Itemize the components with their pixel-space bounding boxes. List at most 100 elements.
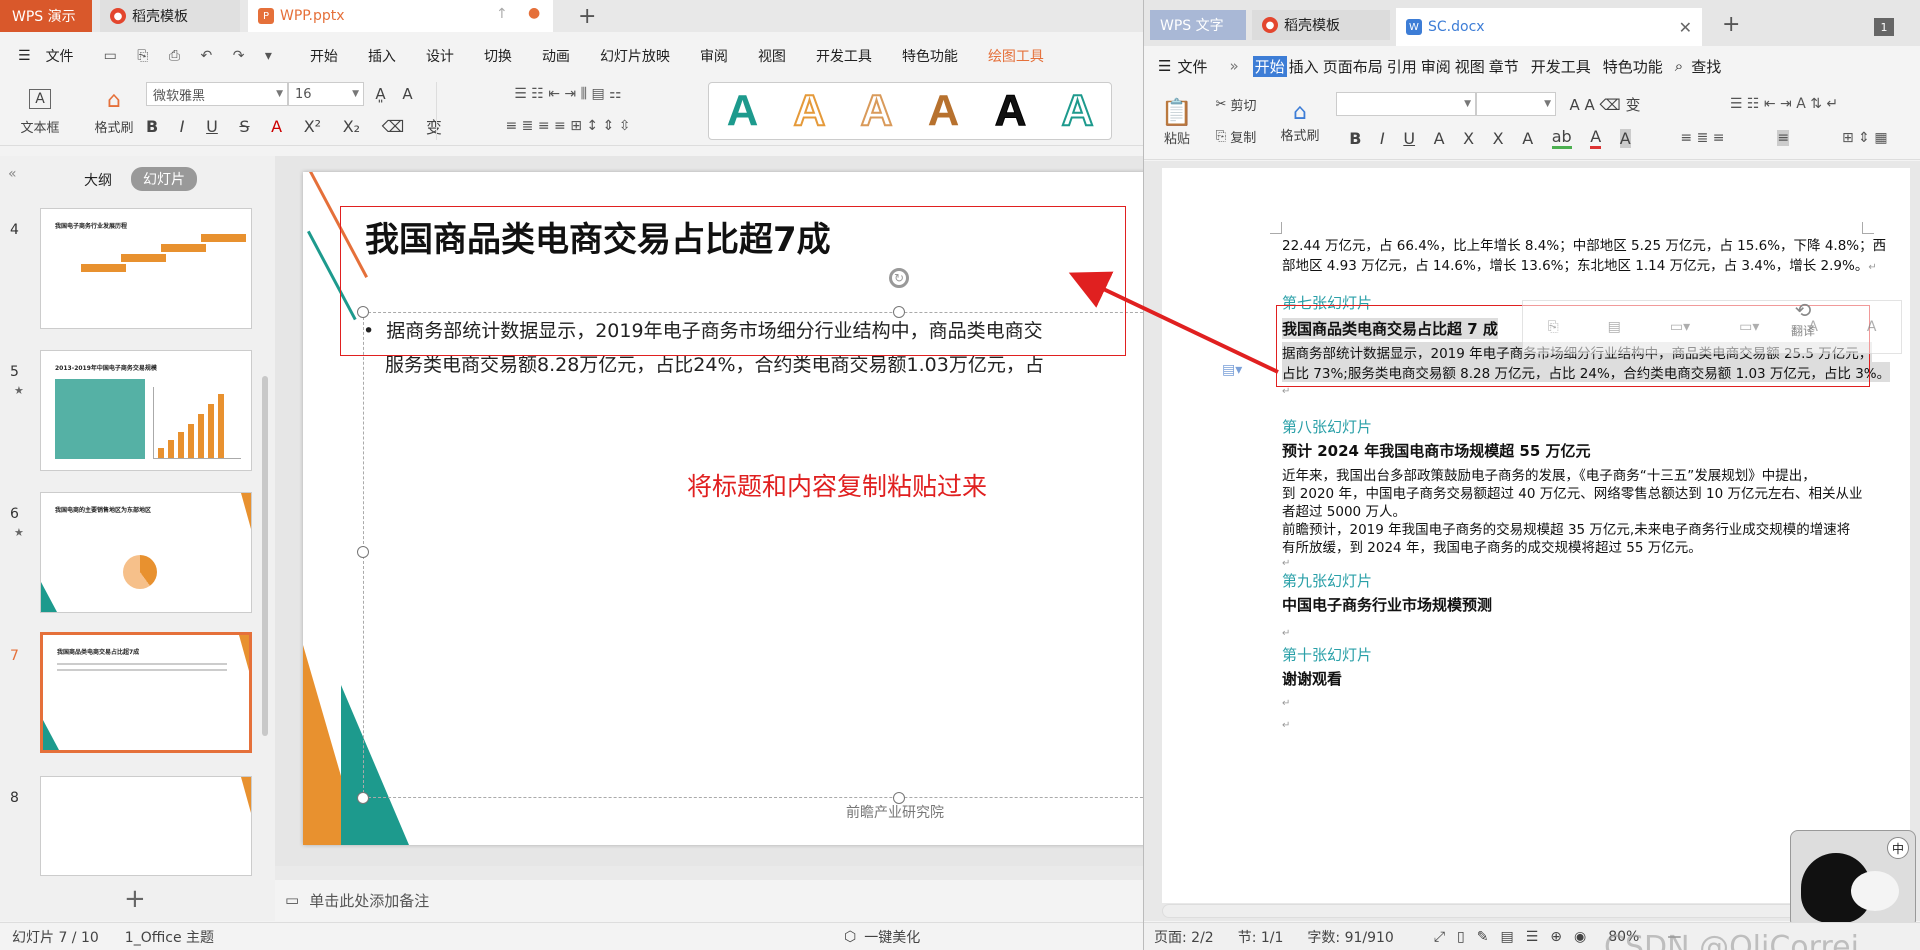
window-count-icon[interactable]: 1	[1874, 18, 1894, 36]
text-box-selection[interactable]	[363, 312, 1148, 798]
menu-view[interactable]: 视图	[743, 46, 801, 66]
mini-paste-icon[interactable]: ▤	[1608, 319, 1621, 335]
bold-icon[interactable]: B	[1349, 129, 1361, 148]
text-effect-teal[interactable]: A	[727, 86, 759, 136]
paragraph-align-icons[interactable]: ≡ ≣ ≡ ≡ ⊞ ↕ ⇕ ⇳	[440, 114, 696, 138]
more-menu-icon[interactable]: »	[1215, 57, 1252, 75]
copy-button[interactable]: ⎘ 复制	[1204, 124, 1268, 148]
font-size-select[interactable]: ▼	[1476, 92, 1556, 116]
doc-title-slide9[interactable]: 中国电子商务行业市场规模预测	[1282, 594, 1492, 615]
search-icon[interactable]: ⌕	[1669, 57, 1689, 75]
cut-button[interactable]: ✂ 剪切	[1204, 92, 1268, 116]
text-effect-light-outline[interactable]: A	[860, 85, 894, 136]
panel-scrollbar[interactable]	[262, 376, 268, 736]
doc-body-slide8[interactable]: 到 2020 年，中国电子商务交易额超过 40 万亿元、网络零售总额达到 10 …	[1282, 482, 1862, 502]
slide-thumbnail-8[interactable]	[40, 776, 252, 876]
upload-icon[interactable]: ↑	[496, 6, 508, 22]
notes-area[interactable]: ▭ 单击此处添加备注	[275, 880, 1148, 920]
format-painter-button[interactable]: ⌂ 格式刷	[1272, 90, 1328, 154]
menu-hamburger-icon[interactable]: ☰	[1144, 57, 1177, 75]
menu-hamburger-icon[interactable]: ☰	[0, 48, 46, 64]
char-shading-icon[interactable]: A	[1619, 128, 1631, 148]
resize-handle[interactable]	[357, 546, 369, 558]
bold-icon[interactable]: B	[146, 117, 158, 136]
close-tab-icon[interactable]: ✕	[1679, 18, 1692, 37]
menu-insert[interactable]: 插入	[353, 46, 411, 66]
menu-insert[interactable]: 插入	[1287, 56, 1321, 77]
menu-start[interactable]: 开始	[1252, 55, 1287, 77]
tab-docer-templates[interactable]: ● 稻壳模板	[100, 0, 240, 32]
resize-handle[interactable]	[893, 792, 905, 804]
menu-review[interactable]: 审阅	[685, 46, 743, 66]
word-count[interactable]: 字数: 91/910	[1307, 927, 1393, 947]
slide-thumbnail-4[interactable]: 我国电子商务行业发展历程	[40, 208, 252, 329]
new-tab-plus-icon[interactable]: +	[1712, 8, 1750, 40]
underline-icon[interactable]: U	[1403, 129, 1415, 148]
strikethrough-icon[interactable]: S	[239, 117, 249, 136]
menu-file[interactable]: 文件	[1177, 56, 1215, 77]
strike-icon[interactable]: A	[1434, 129, 1445, 148]
doc-body-slide8[interactable]: 前瞻预计，2019 年我国电子商务的交易规模超 35 万亿元,未来电子商务行业成…	[1282, 518, 1850, 538]
menu-transition[interactable]: 切换	[469, 46, 527, 66]
tab-sc-docx[interactable]: W SC.docx ✕	[1396, 8, 1702, 46]
slides-tab[interactable]: 幻灯片	[131, 167, 197, 191]
paste-button[interactable]: 📋 粘贴	[1152, 90, 1202, 154]
add-slide-plus-icon[interactable]: +	[124, 884, 146, 914]
text-effect-gallery[interactable]: A A A A A A	[708, 82, 1112, 140]
ime-widget[interactable]: 中	[1790, 830, 1916, 928]
doc-title-slide8[interactable]: 预计 2024 年我国电商市场规模超 55 万亿元	[1282, 440, 1591, 461]
superscript-icon[interactable]: X²	[304, 117, 321, 136]
menu-references[interactable]: 引用	[1385, 56, 1419, 77]
text-effect-black[interactable]: A	[994, 86, 1027, 136]
menu-file[interactable]: 文件	[46, 46, 89, 66]
mini-size-select[interactable]: ▭▾	[1739, 319, 1759, 335]
floating-mini-toolbar[interactable]: ⎘ ▤ ▭▾ ▭▾ A A	[1522, 300, 1902, 354]
format-painter-button[interactable]: ⌂ 格式刷	[88, 82, 140, 142]
font-family-select[interactable]: ▼	[1336, 92, 1476, 116]
outline-tab[interactable]: 大纲	[84, 170, 112, 190]
font-grow-shrink-icons[interactable]: A͈ A	[372, 82, 422, 106]
menu-review[interactable]: 审阅	[1419, 56, 1453, 77]
doc-heading-slide10[interactable]: 第十张幻灯片	[1282, 644, 1372, 665]
slide-thumbnail-6[interactable]: 我国电商的主要销售地区为东部地区	[40, 492, 252, 613]
wpp-app-tab[interactable]: WPS 演示	[0, 0, 92, 32]
doc-body-slide8[interactable]: 近年来，我国出台多部政策鼓励电子商务的发展，《电子商务“十三五”发展规划》中提出…	[1282, 464, 1816, 484]
text-effect-icon[interactable]: A	[1522, 129, 1533, 148]
menu-developer[interactable]: 开发工具	[801, 46, 887, 66]
menu-features[interactable]: 特色功能	[887, 46, 973, 66]
menu-section[interactable]: 章节	[1487, 56, 1525, 77]
italic-icon[interactable]: I	[180, 117, 185, 136]
menu-drawing-tools[interactable]: 绘图工具	[973, 46, 1059, 66]
menu-slideshow[interactable]: 幻灯片放映	[585, 46, 685, 66]
menu-developer[interactable]: 开发工具	[1525, 56, 1597, 77]
subscript-icon[interactable]: X₂	[343, 117, 360, 136]
paste-options-icon[interactable]: ▤▾	[1222, 362, 1242, 378]
doc-heading-slide9[interactable]: 第九张幻灯片	[1282, 570, 1372, 591]
textbox-button[interactable]: A 文本框	[14, 82, 66, 142]
menu-view[interactable]: 视图	[1453, 56, 1487, 77]
text-effect-brown[interactable]: A	[928, 86, 960, 136]
paragraph-list-icons[interactable]: ☰ ☷ ⇤ ⇥ ⫼ ▤ ⚏	[440, 82, 696, 106]
font-size-select[interactable]: 16 ▼	[288, 82, 364, 106]
mini-copy-icon[interactable]: ⎘	[1547, 319, 1558, 335]
ime-mode-indicator[interactable]: 中	[1887, 837, 1909, 859]
paragraph-align-icons[interactable]: ≡ ≣ ≡ ≡ ⊞ ⇕ ▦	[1654, 126, 1914, 150]
font-family-select[interactable]: 微软雅黑 ▼	[146, 82, 288, 106]
doc-paragraph[interactable]: 22.44 万亿元，占 66.4%，比上年增长 8.4%；中部地区 5.25 万…	[1282, 234, 1886, 254]
tab-wpp-pptx[interactable]: P WPP.pptx ↑ ●	[248, 0, 553, 32]
menu-page-layout[interactable]: 页面布局	[1321, 56, 1385, 77]
translate-button[interactable]: ⟲ 翻译	[1780, 298, 1826, 354]
doc-title-slide10[interactable]: 谢谢观看	[1282, 668, 1342, 689]
mini-shrink-icon[interactable]: A	[1867, 319, 1877, 335]
doc-paragraph[interactable]: 部地区 4.93 万亿元，占 14.6%，增长 13.6%；东北地区 1.14 …	[1282, 254, 1877, 274]
paragraph-list-icons[interactable]: ☰ ☷ ⇤ ⇥ A ⇅ ↵	[1654, 92, 1914, 116]
text-effect-orange-outline[interactable]: A	[793, 85, 827, 136]
doc-body-slide8[interactable]: 者超过 5000 万人。	[1282, 500, 1406, 520]
eraser-icon[interactable]: ⌫	[382, 117, 405, 136]
tab-docer-templates-wps[interactable]: ● 稻壳模板	[1252, 10, 1390, 40]
menu-start[interactable]: 开始	[295, 46, 353, 66]
wps-app-tab[interactable]: WPS 文字	[1150, 10, 1246, 40]
subscript-icon[interactable]: X	[1493, 129, 1504, 148]
one-click-beautify[interactable]: 一键美化	[864, 927, 920, 947]
document-page[interactable]: 22.44 万亿元，占 66.4%，比上年增长 8.4%；中部地区 5.25 万…	[1162, 168, 1910, 903]
